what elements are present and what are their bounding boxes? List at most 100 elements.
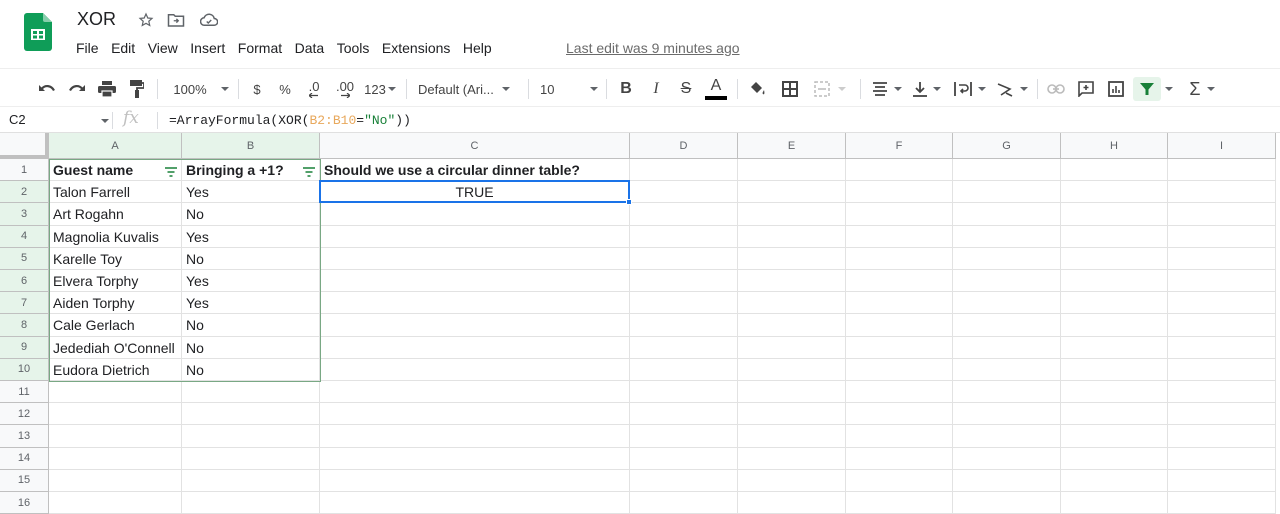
cell-g9[interactable]: [953, 336, 1061, 359]
cell-d7[interactable]: [630, 292, 738, 315]
font-family-select[interactable]: Default (Ari...: [418, 77, 520, 101]
row-header-6[interactable]: 6: [0, 270, 49, 293]
cell-i6[interactable]: [1168, 270, 1276, 293]
cell-g15[interactable]: [953, 469, 1061, 492]
cell-e6[interactable]: [738, 270, 846, 293]
name-box-dropdown-icon[interactable]: [101, 119, 109, 123]
cell-a4[interactable]: Magnolia Kuvalis: [49, 225, 182, 248]
cell-c7[interactable]: [320, 292, 630, 315]
cell-e14[interactable]: [738, 447, 846, 470]
bold-button[interactable]: B: [616, 77, 636, 101]
row-header-10[interactable]: 10: [0, 358, 49, 381]
cell-c5[interactable]: [320, 247, 630, 270]
row-header-11[interactable]: 11: [0, 381, 49, 404]
paint-format-icon[interactable]: [126, 77, 148, 101]
cloud-saved-icon[interactable]: [199, 10, 219, 30]
column-header-i[interactable]: I: [1168, 133, 1276, 159]
cell-g13[interactable]: [953, 425, 1061, 448]
cell-c4[interactable]: [320, 225, 630, 248]
cell-c3[interactable]: [320, 203, 630, 226]
row-header-3[interactable]: 3: [0, 203, 49, 226]
cell-d2[interactable]: [630, 181, 738, 204]
filter-options-dropdown[interactable]: [1162, 77, 1176, 101]
row-header-15[interactable]: 15: [0, 469, 49, 492]
cell-i14[interactable]: [1168, 447, 1276, 470]
cell-e13[interactable]: [738, 425, 846, 448]
cell-f5[interactable]: [846, 247, 953, 270]
cell-b6[interactable]: Yes: [182, 270, 320, 293]
cell-i11[interactable]: [1168, 381, 1276, 404]
percent-format-button[interactable]: %: [276, 77, 294, 101]
cell-g12[interactable]: [953, 403, 1061, 426]
cell-g4[interactable]: [953, 225, 1061, 248]
cell-d8[interactable]: [630, 314, 738, 337]
cell-c10[interactable]: [320, 358, 630, 381]
cell-a13[interactable]: [49, 425, 182, 448]
cell-f6[interactable]: [846, 270, 953, 293]
cell-a7[interactable]: Aiden Torphy: [49, 292, 182, 315]
cell-g1[interactable]: [953, 159, 1061, 182]
cell-a11[interactable]: [49, 381, 182, 404]
cell-a12[interactable]: [49, 403, 182, 426]
cell-f8[interactable]: [846, 314, 953, 337]
cell-a10[interactable]: Eudora Dietrich: [49, 358, 182, 381]
cell-d9[interactable]: [630, 336, 738, 359]
formula-input[interactable]: =ArrayFormula(XOR(B2:B10="No")): [169, 113, 411, 128]
cell-h4[interactable]: [1061, 225, 1168, 248]
cell-f10[interactable]: [846, 358, 953, 381]
cell-h16[interactable]: [1061, 492, 1168, 514]
cell-b14[interactable]: [182, 447, 320, 470]
cell-e5[interactable]: [738, 247, 846, 270]
row-header-5[interactable]: 5: [0, 247, 49, 270]
cell-b4[interactable]: Yes: [182, 225, 320, 248]
text-wrapping-icon[interactable]: [952, 77, 988, 101]
cell-d16[interactable]: [630, 492, 738, 514]
cell-h5[interactable]: [1061, 247, 1168, 270]
spreadsheet-grid[interactable]: A B C D E F G H I 1 Guest name Bringing a +1? Should…: [0, 133, 1280, 514]
cell-a9[interactable]: Jedediah O'Connell: [49, 336, 182, 359]
undo-icon[interactable]: [36, 77, 58, 101]
column-header-h[interactable]: H: [1061, 133, 1168, 159]
last-edit-link[interactable]: Last edit was 9 minutes ago: [566, 40, 740, 56]
cell-f14[interactable]: [846, 447, 953, 470]
cell-h14[interactable]: [1061, 447, 1168, 470]
cell-b7[interactable]: Yes: [182, 292, 320, 315]
text-color-button[interactable]: A: [704, 77, 728, 101]
cell-i12[interactable]: [1168, 403, 1276, 426]
row-header-2[interactable]: 2: [0, 181, 49, 204]
insert-chart-icon[interactable]: [1106, 77, 1126, 101]
cell-i5[interactable]: [1168, 247, 1276, 270]
row-header-13[interactable]: 13: [0, 425, 49, 448]
cell-b13[interactable]: [182, 425, 320, 448]
cell-f7[interactable]: [846, 292, 953, 315]
cell-c11[interactable]: [320, 381, 630, 404]
cell-c13[interactable]: [320, 425, 630, 448]
cell-d12[interactable]: [630, 403, 738, 426]
cell-b12[interactable]: [182, 403, 320, 426]
cell-b11[interactable]: [182, 381, 320, 404]
select-all-corner[interactable]: [0, 133, 49, 159]
cell-a8[interactable]: Cale Gerlach: [49, 314, 182, 337]
cell-g5[interactable]: [953, 247, 1061, 270]
menu-view[interactable]: View: [148, 40, 178, 56]
cell-b5[interactable]: No: [182, 247, 320, 270]
fill-handle[interactable]: [626, 199, 632, 206]
cell-d15[interactable]: [630, 469, 738, 492]
cell-g7[interactable]: [953, 292, 1061, 315]
cell-b15[interactable]: [182, 469, 320, 492]
cell-d13[interactable]: [630, 425, 738, 448]
cell-e16[interactable]: [738, 492, 846, 514]
decrease-decimal-button[interactable]: .0: [302, 77, 326, 101]
cell-i13[interactable]: [1168, 425, 1276, 448]
cell-i10[interactable]: [1168, 358, 1276, 381]
cell-e3[interactable]: [738, 203, 846, 226]
column-header-g[interactable]: G: [953, 133, 1061, 159]
cell-e1[interactable]: [738, 159, 846, 182]
cell-g3[interactable]: [953, 203, 1061, 226]
filter-icon[interactable]: [1133, 77, 1161, 101]
menu-file[interactable]: File: [76, 40, 99, 56]
cell-b10[interactable]: No: [182, 358, 320, 381]
cell-i15[interactable]: [1168, 469, 1276, 492]
cell-i9[interactable]: [1168, 336, 1276, 359]
cell-g14[interactable]: [953, 447, 1061, 470]
